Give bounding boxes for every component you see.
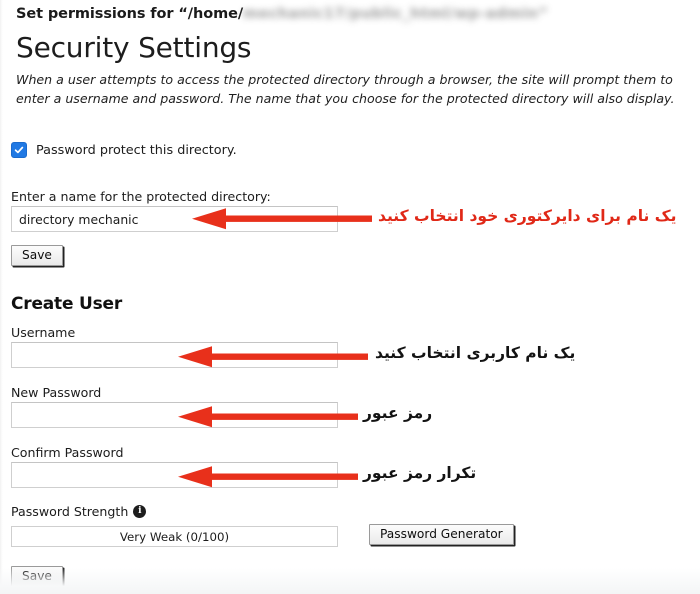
password-strength-value: Very Weak (0/100) [119,529,230,544]
new-password-input[interactable] [11,402,338,428]
redacted-directory-path: mechanic17/public_html/wp-admin” [243,6,549,22]
confirm-password-input[interactable] [11,462,338,488]
password-protect-label: Password protect this directory. [36,142,237,158]
security-settings-page: Set permissions for “/home/mechanic17/pu… [0,0,700,594]
username-label: Username [11,325,76,340]
annotation-text-username: یک نام کاربری انتخاب کنید [375,344,576,362]
password-protect-row[interactable]: Password protect this directory. [11,142,237,158]
set-permissions-prefix: Set permissions for “/home/ [16,6,244,22]
confirm-password-label: Confirm Password [11,445,124,460]
checkbox-checked-icon[interactable] [11,142,27,158]
info-icon[interactable]: i [133,505,147,518]
password-strength-label: Password Strength [11,504,129,519]
annotation-text-new-password: رمز عبور [363,404,433,422]
directory-name-label: Enter a name for the protected directory… [11,189,271,204]
save-user-button[interactable]: Save [11,566,63,587]
new-password-label: New Password [11,385,102,400]
annotation-text-directory-name: یک نام برای دایرکتوری خود انتخاب کنید [378,207,677,225]
password-generator-button[interactable]: Password Generator [369,524,514,545]
password-strength-row: Password Strength i [11,504,147,519]
annotation-text-confirm-password: تکرار رمز عبور [363,464,477,482]
page-description: When a user attempts to access the prote… [16,72,675,106]
save-directory-button[interactable]: Save [11,245,63,266]
directory-name-input[interactable] [11,206,338,232]
username-input[interactable] [11,342,338,368]
password-strength-meter: Very Weak (0/100) [11,526,338,547]
page-title: Security Settings [16,31,252,64]
create-user-heading: Create User [11,294,123,314]
breadcrumb-set-permissions: Set permissions for “/home/mechanic17/pu… [16,6,548,22]
